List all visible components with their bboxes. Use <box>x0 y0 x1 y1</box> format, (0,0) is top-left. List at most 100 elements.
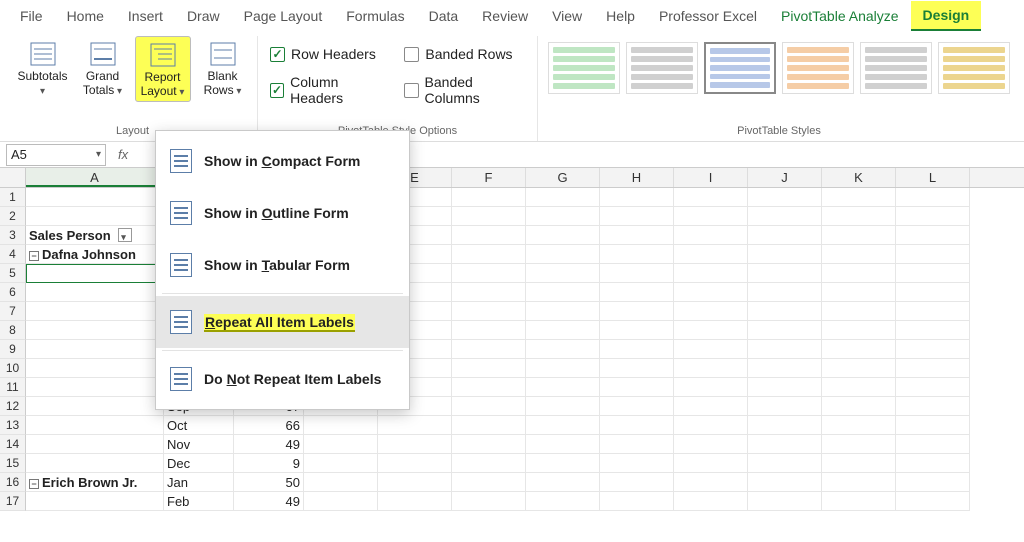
tab-page-layout[interactable]: Page Layout <box>232 2 335 30</box>
row-header[interactable]: 16 <box>0 473 26 492</box>
banded-columns-checkbox[interactable]: Banded Columns <box>398 68 531 112</box>
tab-data[interactable]: Data <box>417 2 471 30</box>
row-header[interactable]: 6 <box>0 283 26 302</box>
column-header[interactable]: H <box>600 168 674 187</box>
blank-rows-label: Blank Rows <box>197 70 249 98</box>
tab-file[interactable]: File <box>8 2 55 30</box>
pivot-item[interactable]: −Erich Brown Jr. <box>26 473 164 492</box>
column-header[interactable]: I <box>674 168 748 187</box>
row-header[interactable]: 8 <box>0 321 26 340</box>
active-cell[interactable] <box>26 264 164 283</box>
row-header[interactable]: 13 <box>0 416 26 435</box>
row-header[interactable]: 14 <box>0 435 26 454</box>
table-row: Dec9 <box>26 454 970 473</box>
row-header[interactable]: 7 <box>0 302 26 321</box>
tab-formulas[interactable]: Formulas <box>334 2 416 30</box>
tab-pivottable-analyze[interactable]: PivotTable Analyze <box>769 2 911 30</box>
style-thumb[interactable] <box>860 42 932 94</box>
row-header[interactable]: 10 <box>0 359 26 378</box>
menu-do-not-repeat-labels[interactable]: Do Not Repeat Item Labels <box>156 353 409 405</box>
pivot-item-label: Erich Brown Jr. <box>42 475 137 490</box>
layout-norepeat-icon <box>170 367 192 391</box>
menu-separator <box>162 293 403 294</box>
tab-home[interactable]: Home <box>55 2 116 30</box>
pivottable-styles-gallery[interactable] <box>544 36 1014 94</box>
collapse-icon[interactable]: − <box>29 479 39 489</box>
subtotals-icon <box>28 40 58 68</box>
row-header[interactable]: 17 <box>0 492 26 511</box>
column-header[interactable]: J <box>748 168 822 187</box>
ribbon-group-layout: Subtotals Grand Totals Report Layout Bla… <box>8 36 258 141</box>
worksheet: A B C D E F G H I J K L 1 2 3 4 5 6 7 8 … <box>0 168 1024 511</box>
cell[interactable]: Oct <box>164 416 234 435</box>
cell[interactable]: 50 <box>234 473 304 492</box>
ribbon-group-styles: PivotTable Styles <box>538 36 1020 141</box>
tab-insert[interactable]: Insert <box>116 2 175 30</box>
filter-dropdown-icon[interactable] <box>118 228 132 242</box>
layout-outline-icon <box>170 201 192 225</box>
chevron-down-icon[interactable]: ▾ <box>96 149 101 160</box>
row-header[interactable]: 1 <box>0 188 26 207</box>
row-header[interactable]: 3 <box>0 226 26 245</box>
row-headers-checkbox[interactable]: Row Headers <box>264 40 394 68</box>
menu-repeat-labels[interactable]: Repeat All Item Labels <box>156 296 409 348</box>
menu-show-compact[interactable]: Show in Compact Form <box>156 135 409 187</box>
name-box-value: A5 <box>11 147 27 162</box>
style-thumb[interactable] <box>782 42 854 94</box>
menu-separator <box>162 350 403 351</box>
column-header[interactable]: L <box>896 168 970 187</box>
tab-design[interactable]: Design <box>911 1 982 31</box>
grand-totals-button[interactable]: Grand Totals <box>75 36 131 100</box>
cell[interactable]: 49 <box>234 435 304 454</box>
name-box[interactable]: A5 ▾ <box>6 144 106 166</box>
cell[interactable]: 49 <box>234 492 304 511</box>
blank-rows-button[interactable]: Blank Rows <box>195 36 251 100</box>
field-header-label: Sales Person <box>29 228 111 243</box>
column-header[interactable]: A <box>26 168 164 187</box>
menu-show-tabular[interactable]: Show in Tabular Form <box>156 239 409 291</box>
pivot-item[interactable]: −Dafna Johnson <box>26 245 164 264</box>
style-thumb[interactable] <box>938 42 1010 94</box>
banded-rows-checkbox[interactable]: Banded Rows <box>398 40 531 68</box>
tab-help[interactable]: Help <box>594 2 647 30</box>
report-layout-button[interactable]: Report Layout <box>135 36 191 102</box>
style-thumb[interactable] <box>626 42 698 94</box>
column-header[interactable]: K <box>822 168 896 187</box>
cell[interactable]: Nov <box>164 435 234 454</box>
table-row: Oct66 <box>26 416 970 435</box>
row-header[interactable]: 2 <box>0 207 26 226</box>
style-thumb-selected[interactable] <box>704 42 776 94</box>
table-row: Nov49 <box>26 435 970 454</box>
collapse-icon[interactable]: − <box>29 251 39 261</box>
menu-show-outline[interactable]: Show in Outline Form <box>156 187 409 239</box>
select-all-corner[interactable] <box>0 168 26 187</box>
table-row: −Erich Brown Jr. Jan50 <box>26 473 970 492</box>
style-thumb[interactable] <box>548 42 620 94</box>
layout-tabular-icon <box>170 253 192 277</box>
pivot-item-label: Dafna Johnson <box>42 247 136 262</box>
column-header[interactable]: G <box>526 168 600 187</box>
row-header[interactable]: 15 <box>0 454 26 473</box>
subtotals-button[interactable]: Subtotals <box>15 36 71 100</box>
tab-professor-excel[interactable]: Professor Excel <box>647 2 769 30</box>
menu-label: Do Not Repeat Item Labels <box>204 371 381 387</box>
row-header[interactable]: 4 <box>0 245 26 264</box>
cell[interactable]: Feb <box>164 492 234 511</box>
fx-icon[interactable]: fx <box>110 147 136 162</box>
subtotals-label: Subtotals <box>17 70 69 98</box>
column-headers-checkbox[interactable]: Column Headers <box>264 68 394 112</box>
row-header[interactable]: 5 <box>0 264 26 283</box>
pivot-field-header[interactable]: Sales Person <box>26 226 164 245</box>
column-header[interactable]: F <box>452 168 526 187</box>
cell[interactable]: Dec <box>164 454 234 473</box>
tab-review[interactable]: Review <box>470 2 540 30</box>
tab-draw[interactable]: Draw <box>175 2 232 30</box>
cell[interactable]: 66 <box>234 416 304 435</box>
cell[interactable]: Jan <box>164 473 234 492</box>
row-header[interactable]: 9 <box>0 340 26 359</box>
tab-view[interactable]: View <box>540 2 594 30</box>
grand-totals-label: Grand Totals <box>77 70 129 98</box>
cell[interactable]: 9 <box>234 454 304 473</box>
row-header[interactable]: 12 <box>0 397 26 416</box>
row-header[interactable]: 11 <box>0 378 26 397</box>
